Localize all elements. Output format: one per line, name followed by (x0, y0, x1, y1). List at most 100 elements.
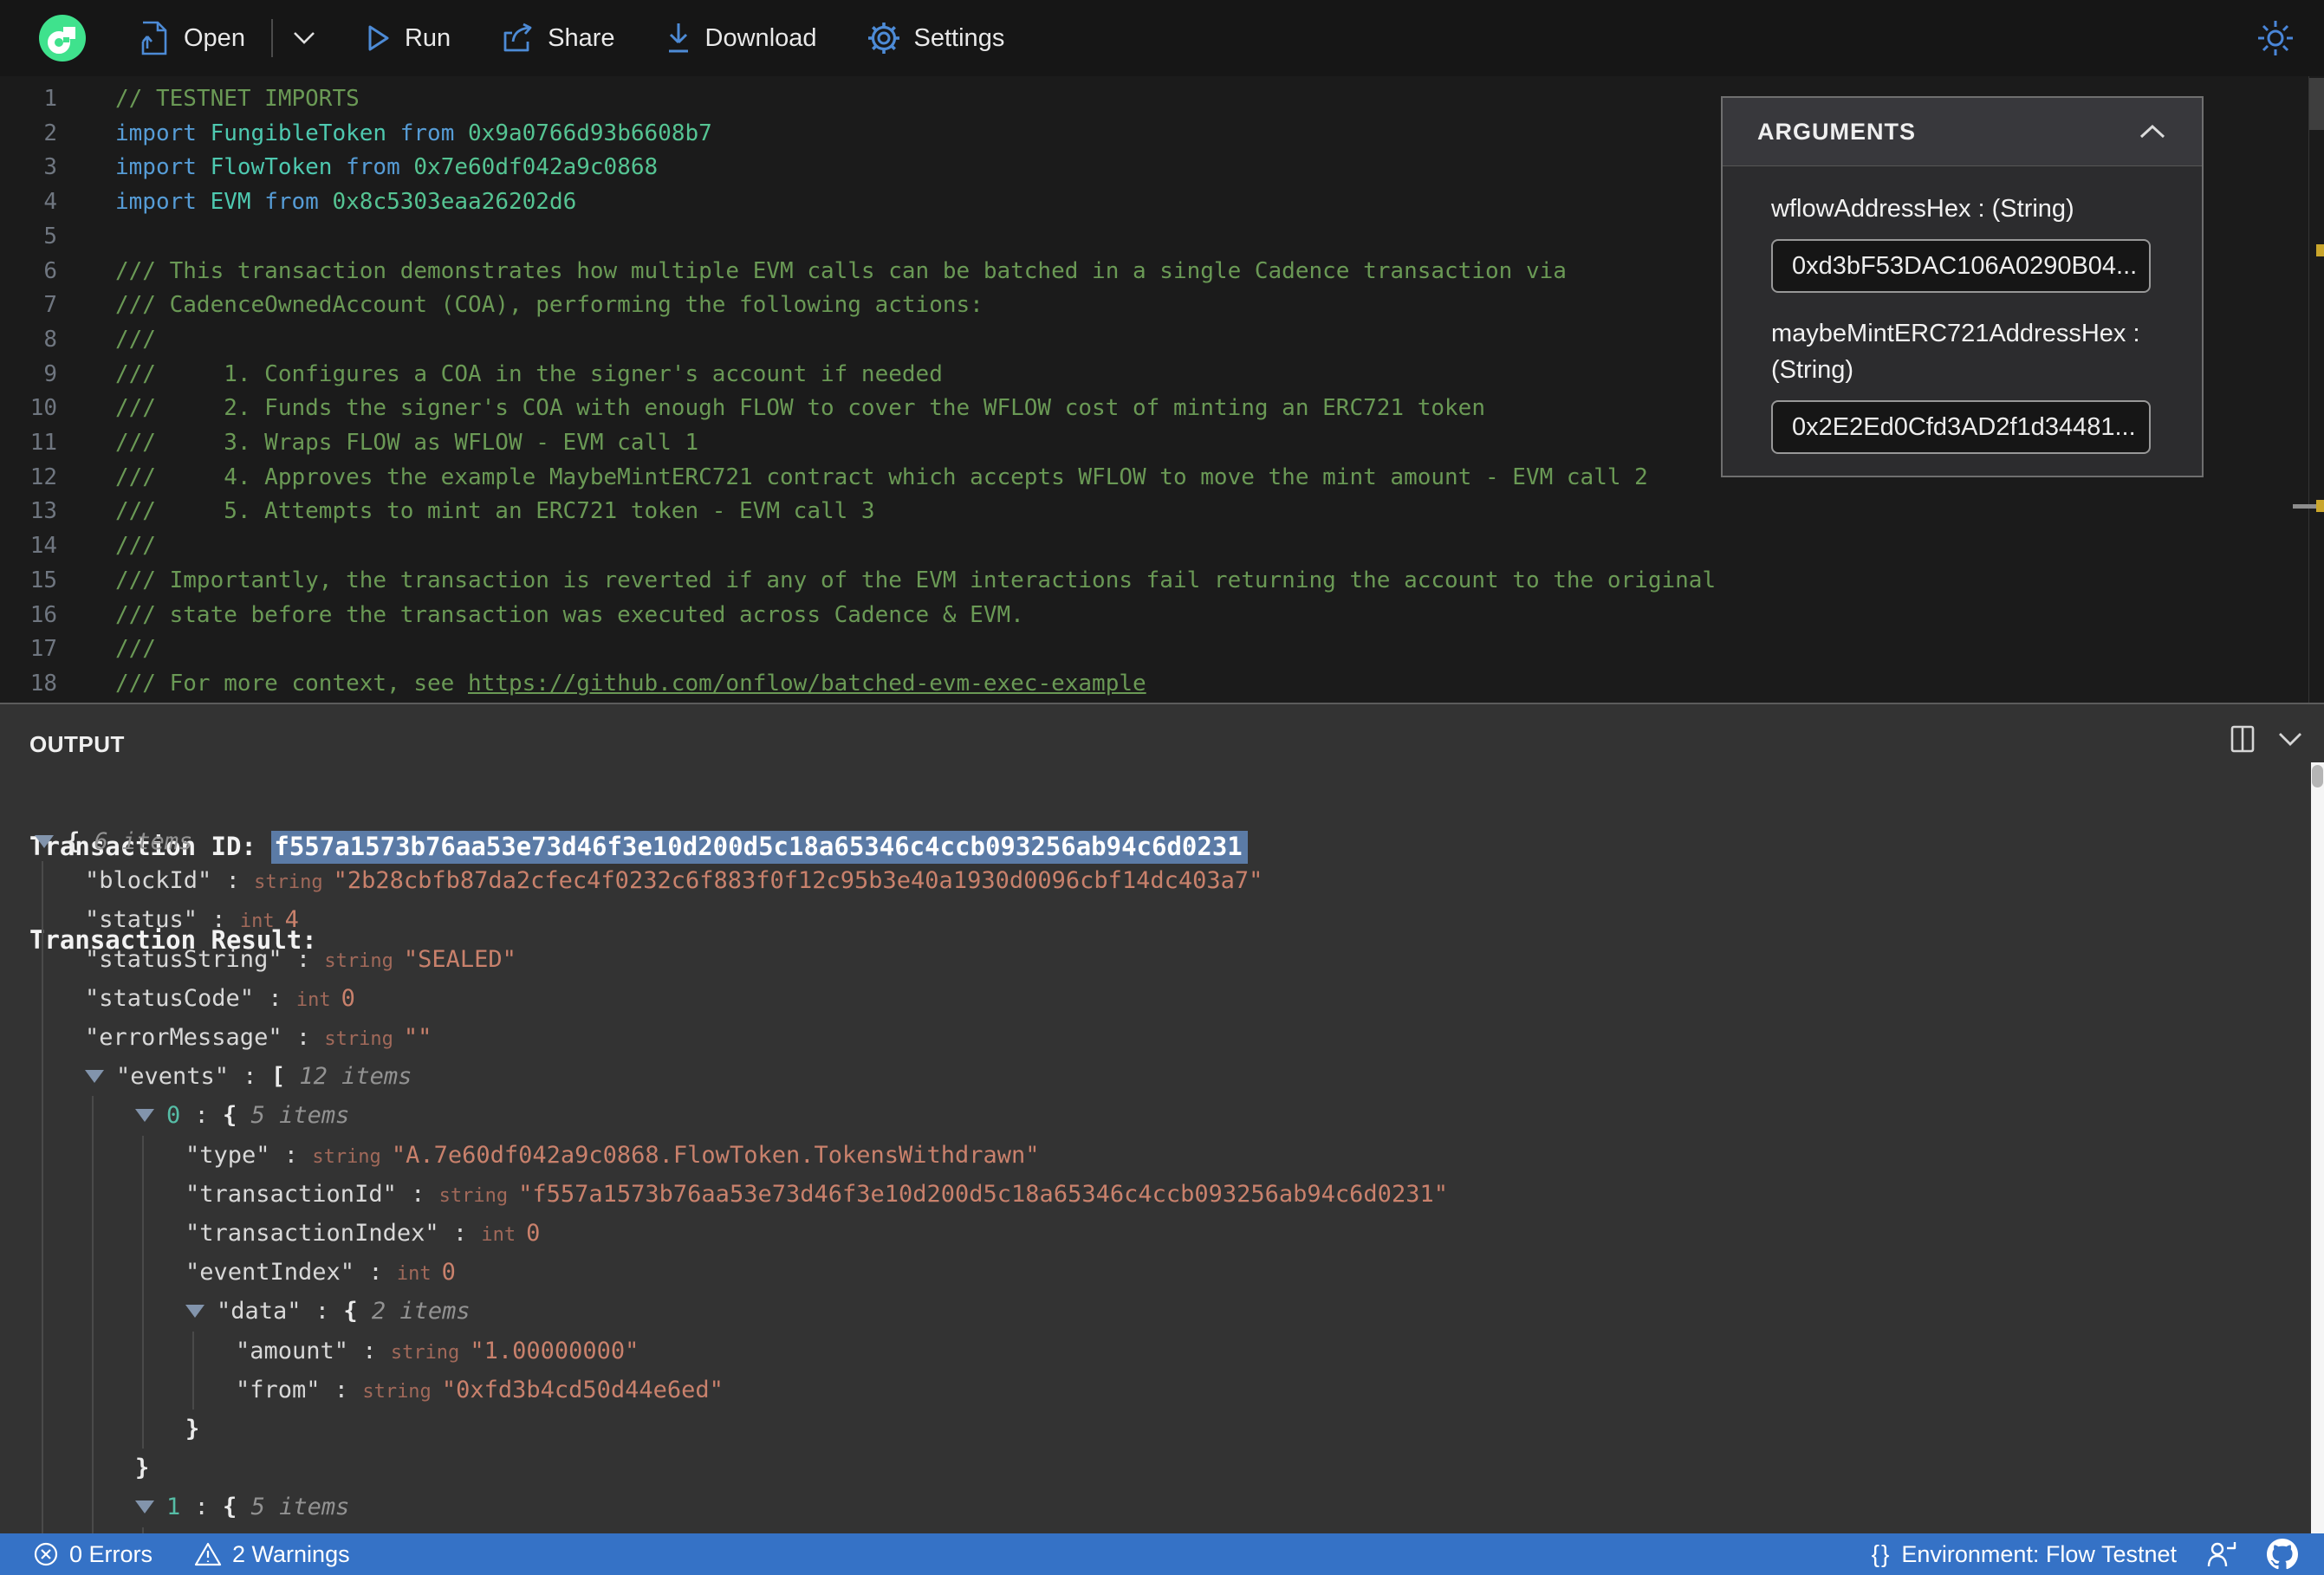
item-count: 12 items (285, 1063, 412, 1091)
open-brace: { (223, 1102, 237, 1130)
collapse-chevron-up-icon[interactable] (2138, 124, 2167, 139)
colon: : (211, 867, 255, 895)
type-label: int (481, 1224, 516, 1246)
github-icon[interactable] (2267, 1539, 2298, 1570)
line-number: 8 (43, 326, 57, 353)
warning-marker (2316, 500, 2324, 512)
environment-selector[interactable]: {} Environment: Flow Testnet (1872, 1540, 2177, 1568)
colon: : (180, 1494, 224, 1521)
json-key: "events" (116, 1063, 230, 1091)
download-button[interactable]: Download (665, 22, 817, 55)
json-tree: { 6 items "blockId" : string "2b28cbfb87da… (0, 822, 2324, 1533)
type-label: string (312, 1145, 381, 1168)
indent-guide (92, 1331, 94, 1371)
line-number: 1 (43, 86, 57, 112)
indent-guide (142, 1174, 144, 1214)
type-label: int (295, 988, 331, 1011)
status-bar-right: {} Environment: Flow Testnet (1872, 1539, 2298, 1570)
json-tree-row: "blockId" : string "2b28cbfb87da2cfec4f02… (0, 861, 2324, 901)
indent-guide (142, 1214, 144, 1254)
array-index: 1 (166, 1494, 181, 1521)
code-line: 16 /// state before the transaction was e… (0, 598, 2324, 632)
json-key: "statusCode" (85, 984, 255, 1012)
code-segment-link[interactable]: https://github.com/onflow/batched-evm-ex… (468, 671, 1146, 697)
code-segment-com: /// 3. Wraps FLOW as WFLOW - EVM call 1 (115, 430, 699, 456)
maybe-mint-erc721-address-input[interactable] (1771, 400, 2151, 454)
type-label: string (324, 1028, 393, 1050)
expand-triangle-icon[interactable] (35, 834, 54, 848)
warning-marker (2316, 244, 2324, 256)
indent-guide (92, 1292, 94, 1332)
colon: : (269, 1141, 313, 1169)
open-brace: { (343, 1298, 358, 1325)
open-brace: [ (270, 1063, 286, 1091)
indent-guide (192, 1370, 194, 1410)
feedback-person-icon[interactable] (2206, 1539, 2237, 1569)
open-brace: { (66, 828, 81, 855)
json-tree-row: "transactionId" : string "f557a1573b76aa5… (0, 1174, 2324, 1214)
argument-label: wflowAddressHex : (String) (1771, 195, 2074, 223)
close-brace: } (185, 1416, 200, 1442)
json-tree-row: 1 : { 5 items (0, 1488, 2324, 1527)
json-tree-row: "from" : string "0xfd3b4cd50d44e6ed" (0, 1370, 2324, 1411)
editor-scrollbar-thumb[interactable] (2309, 78, 2324, 130)
open-button[interactable]: Open (139, 20, 245, 56)
json-row-content: "eventIndex" : int 0 (185, 1253, 456, 1293)
status-bar: 0 Errors 2 Warnings {} Environment: Flow… (0, 1533, 2324, 1575)
indent-guide (142, 1253, 144, 1293)
open-dropdown-chevron-icon[interactable] (292, 31, 316, 45)
code-line: 13 /// 5. Attempts to mint an ERC721 toke… (0, 494, 2324, 528)
expand-triangle-icon[interactable] (135, 1108, 154, 1122)
json-row-content: "errorMessage" : string "" (85, 1018, 432, 1059)
code-text: /// (115, 322, 156, 357)
json-tree-row: "eventIndex" : int 0 (0, 1253, 2324, 1293)
collapse-output-chevron-icon[interactable] (2277, 731, 2303, 747)
indent-guide (42, 1488, 43, 1527)
split-view-icon[interactable] (2230, 725, 2255, 753)
json-row-content: "status" : int 4 (85, 900, 299, 941)
indent-guide (42, 900, 43, 940)
indent-guide (92, 1449, 94, 1488)
line-number: 7 (43, 292, 57, 319)
item-count: 5 items (237, 1494, 350, 1521)
theme-toggle-sun-icon[interactable] (2256, 19, 2295, 57)
share-icon (501, 23, 534, 54)
wflow-address-input[interactable] (1771, 239, 2151, 293)
share-button[interactable]: Share (501, 23, 615, 54)
json-tree-row: "statusString" : string "SEALED" (0, 939, 2324, 979)
type-label: string (362, 1380, 432, 1403)
json-row-content: 0 : { 5 items (135, 1096, 349, 1135)
code-text: // TESTNET IMPORTS (115, 81, 360, 116)
line-number: 2 (43, 120, 57, 146)
json-tree-row: "transactionIndex" : int 0 (0, 1214, 2324, 1254)
code-segment-com: /// This transaction demonstrates how mu… (115, 257, 1567, 284)
output-scrollbar[interactable] (2311, 762, 2324, 1533)
indent-guide (42, 1057, 43, 1097)
output-scrollbar-thumb[interactable] (2312, 765, 2323, 788)
type-label: string (390, 1341, 460, 1364)
settings-button[interactable]: Settings (867, 22, 1004, 55)
type-label: string (438, 1184, 509, 1207)
code-text: import FlowToken from 0x7e60df042a9c0868 (115, 150, 658, 185)
code-text: import FungibleToken from 0x9a0766d93b66… (115, 116, 712, 151)
flow-logo-icon[interactable] (38, 14, 87, 62)
arguments-panel-header[interactable]: ARGUMENTS (1723, 98, 2202, 166)
indent-guide (42, 1526, 43, 1533)
json-key: "amount" (236, 1337, 349, 1364)
json-tree-row: "type" : string"A.7e60df042a9c0868.FlowT… (0, 1526, 2324, 1533)
errors-status[interactable]: 0 Errors (33, 1541, 153, 1568)
expand-triangle-icon[interactable] (135, 1500, 154, 1513)
indent-guide (142, 1370, 144, 1410)
run-button[interactable]: Run (367, 24, 451, 53)
type-label: string (324, 950, 393, 972)
indent-guide (92, 1526, 94, 1533)
json-tree-row: "statusCode" : int 0 (0, 978, 2324, 1018)
expand-triangle-icon[interactable] (185, 1304, 204, 1318)
colon: : (348, 1337, 391, 1364)
warnings-status[interactable]: 2 Warnings (194, 1541, 350, 1568)
json-row-content: "from" : string "0xfd3b4cd50d44e6ed" (236, 1371, 724, 1411)
errors-label: 0 Errors (69, 1540, 153, 1567)
expand-triangle-icon[interactable] (85, 1069, 104, 1083)
line-number: 12 (29, 463, 57, 490)
line-number: 14 (29, 533, 57, 560)
